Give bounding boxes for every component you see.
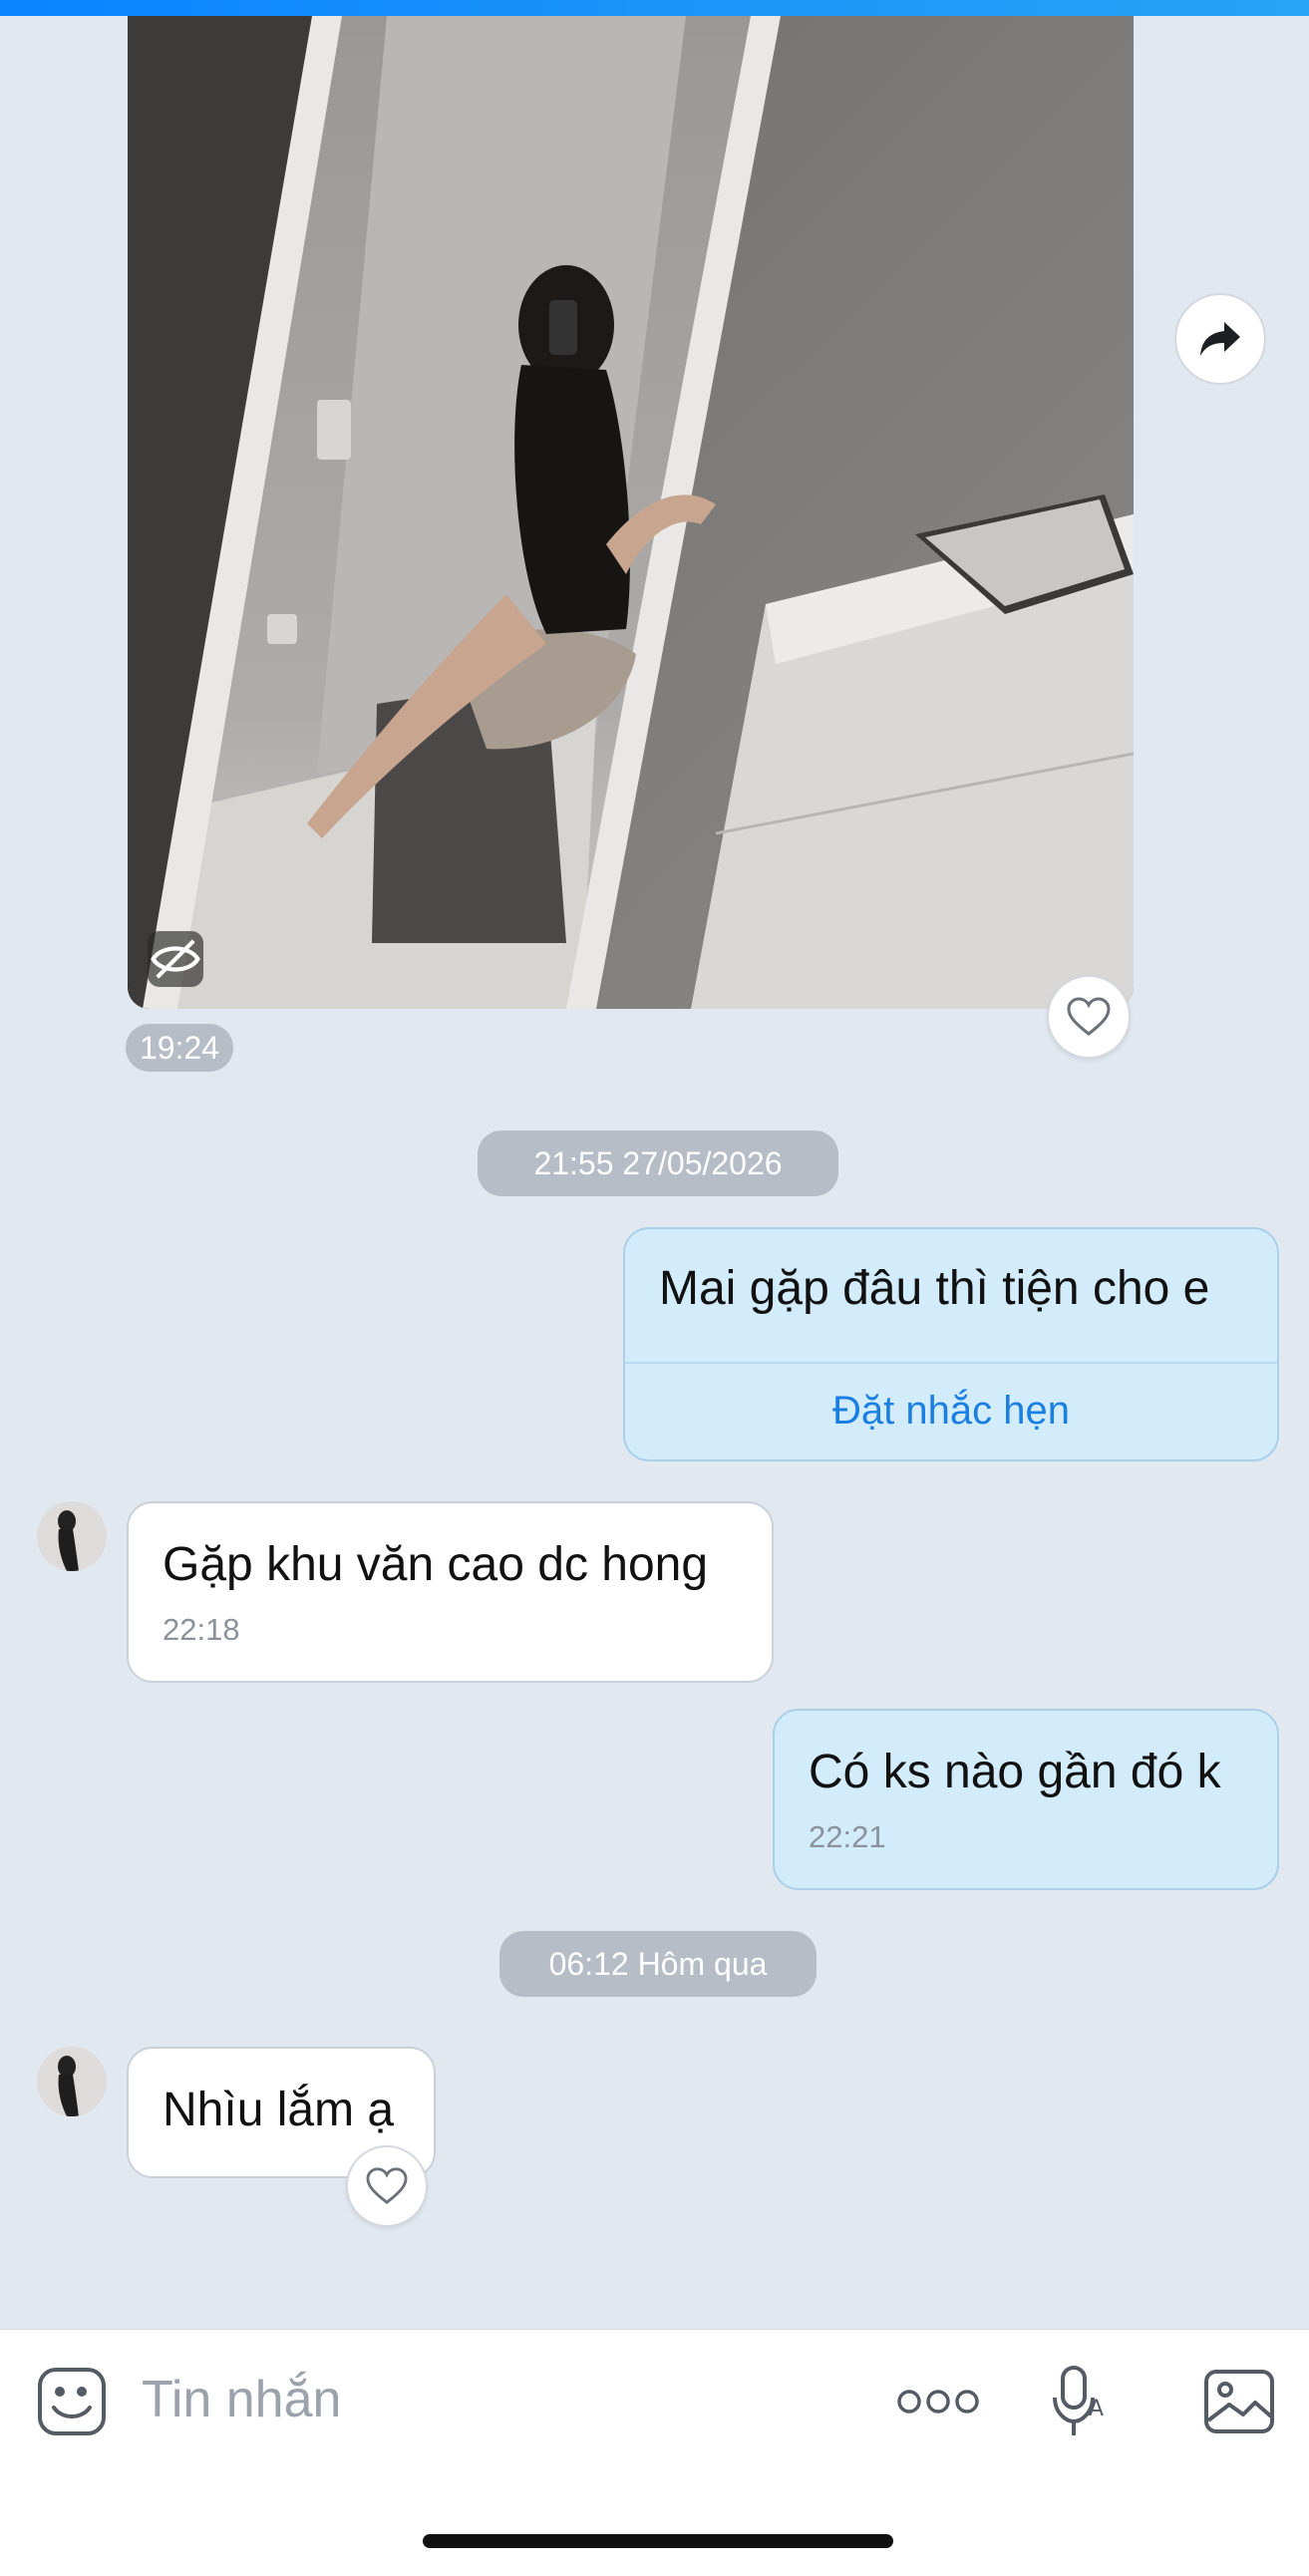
mic-icon: A <box>1053 2366 1104 2435</box>
image-icon <box>1204 2370 1274 2433</box>
photo-image <box>128 16 1134 1009</box>
message-like-button[interactable] <box>346 2145 428 2227</box>
eye-slash-icon <box>151 939 200 979</box>
heart-icon <box>1067 997 1111 1036</box>
home-indicator <box>423 2534 893 2548</box>
avatar[interactable] <box>37 2047 107 2116</box>
date-separator: 21:55 27/05/2026 <box>478 1130 838 1196</box>
avatar[interactable] <box>37 1501 107 1571</box>
hidden-badge[interactable] <box>148 931 203 987</box>
message-time: 22:21 <box>809 1819 886 1854</box>
message-text: Nhìu lắm ạ <box>163 2084 395 2136</box>
gallery-button[interactable] <box>1201 2364 1277 2439</box>
photo-time: 19:24 <box>126 1024 233 1072</box>
date-separator: 06:12 Hôm qua <box>499 1931 817 1997</box>
outgoing-message[interactable]: Mai gặp đâu thì tiện cho e Đặt nhắc hẹn <box>623 1227 1279 1461</box>
divider <box>625 1362 1277 1364</box>
sticker-icon <box>38 2368 106 2435</box>
message-text: Gặp khu văn cao dc hong <box>163 1538 709 1591</box>
avatar-image <box>37 2047 107 2116</box>
avatar-image <box>37 1501 107 1571</box>
photo-like-button[interactable] <box>1047 975 1131 1059</box>
sticker-button[interactable] <box>34 2364 110 2439</box>
outgoing-message[interactable]: Có ks nào gần đó k 22:21 <box>773 1709 1279 1890</box>
incoming-message[interactable]: Gặp khu văn cao dc hong 22:18 <box>127 1501 774 1683</box>
message-input[interactable]: Tin nhắn <box>142 2370 341 2429</box>
status-accent-bar <box>0 0 1309 16</box>
photo-message[interactable] <box>128 16 1134 1009</box>
more-button[interactable] <box>895 2382 981 2421</box>
svg-text:A: A <box>1089 2397 1104 2421</box>
voice-button[interactable]: A <box>1049 2364 1113 2439</box>
heart-icon <box>366 2167 408 2204</box>
message-text: Mai gặp đâu thì tiện cho e <box>659 1262 1210 1315</box>
set-reminder-link[interactable]: Đặt nhắc hẹn <box>625 1389 1277 1434</box>
more-dots-icon <box>897 2390 979 2414</box>
share-arrow-icon <box>1200 322 1240 356</box>
message-text: Có ks nào gần đó k <box>809 1746 1221 1798</box>
share-button[interactable] <box>1174 293 1266 385</box>
message-time: 22:18 <box>163 1612 240 1647</box>
